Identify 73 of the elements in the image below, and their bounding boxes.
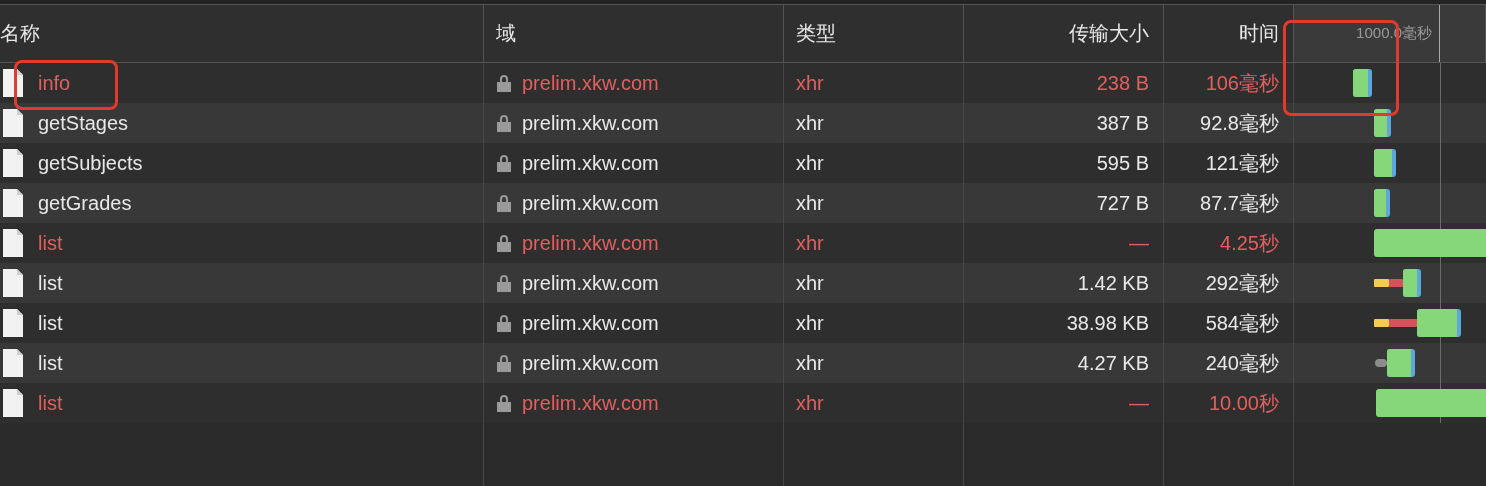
request-name[interactable]: getStages bbox=[38, 111, 129, 135]
file-icon bbox=[2, 268, 24, 298]
type-text: xhr bbox=[796, 151, 824, 175]
file-icon bbox=[2, 228, 24, 258]
size-text: — bbox=[1129, 391, 1149, 415]
column-header[interactable]: 类型 bbox=[796, 20, 836, 47]
time-text: 584毫秒 bbox=[1205, 310, 1279, 336]
column-header[interactable]: 域 bbox=[496, 20, 516, 47]
request-name[interactable]: getSubjects bbox=[38, 151, 143, 175]
request-name[interactable]: getGrades bbox=[38, 191, 132, 215]
column-header[interactable]: 传输大小 bbox=[1069, 20, 1149, 47]
request-name[interactable]: info bbox=[38, 71, 71, 95]
lock-icon bbox=[496, 313, 512, 333]
lock-icon bbox=[496, 233, 512, 253]
time-text: 121毫秒 bbox=[1205, 150, 1279, 176]
time-text: 292毫秒 bbox=[1205, 270, 1279, 296]
domain-text: prelim.xkw.com bbox=[522, 351, 659, 375]
time-text: 10.00秒 bbox=[1208, 390, 1279, 416]
type-text: xhr bbox=[796, 311, 824, 335]
domain-text: prelim.xkw.com bbox=[522, 391, 659, 415]
size-text: 595 B bbox=[1096, 151, 1149, 175]
request-name[interactable]: list bbox=[38, 271, 63, 295]
waterfall-bar bbox=[1374, 189, 1390, 217]
time-text: 4.25秒 bbox=[1220, 230, 1279, 256]
size-text: — bbox=[1129, 231, 1149, 255]
file-icon bbox=[2, 388, 24, 418]
type-text: xhr bbox=[796, 271, 824, 295]
domain-text: prelim.xkw.com bbox=[522, 271, 659, 295]
lock-icon bbox=[496, 273, 512, 293]
column-header[interactable]: 时间 bbox=[1239, 20, 1279, 47]
lock-icon bbox=[496, 393, 512, 413]
type-text: xhr bbox=[796, 191, 824, 215]
size-text: 238 B bbox=[1096, 71, 1149, 95]
size-text: 387 B bbox=[1096, 111, 1149, 135]
lock-icon bbox=[496, 193, 512, 213]
size-text: 1.42 KB bbox=[1077, 271, 1149, 295]
column-header[interactable]: 名称 bbox=[0, 20, 40, 47]
file-icon bbox=[2, 308, 24, 338]
domain-text: prelim.xkw.com bbox=[522, 231, 659, 255]
type-text: xhr bbox=[796, 391, 824, 415]
request-name[interactable]: list bbox=[38, 351, 63, 375]
size-text: 4.27 KB bbox=[1077, 351, 1149, 375]
request-name[interactable]: list bbox=[38, 391, 63, 415]
time-text: 106毫秒 bbox=[1205, 70, 1279, 96]
size-text: 38.98 KB bbox=[1066, 311, 1149, 335]
file-icon bbox=[2, 108, 24, 138]
domain-text: prelim.xkw.com bbox=[522, 311, 659, 335]
file-icon bbox=[2, 148, 24, 178]
request-name[interactable]: list bbox=[38, 311, 63, 335]
domain-text: prelim.xkw.com bbox=[522, 151, 659, 175]
type-text: xhr bbox=[796, 111, 824, 135]
lock-icon bbox=[496, 113, 512, 133]
request-name[interactable]: list bbox=[38, 231, 63, 255]
domain-text: prelim.xkw.com bbox=[522, 71, 659, 95]
domain-text: prelim.xkw.com bbox=[522, 111, 659, 135]
lock-icon bbox=[496, 353, 512, 373]
file-icon bbox=[2, 348, 24, 378]
lock-icon bbox=[496, 73, 512, 93]
waterfall-bar bbox=[1375, 349, 1415, 377]
time-text: 92.8毫秒 bbox=[1200, 110, 1279, 136]
waterfall-bar bbox=[1374, 269, 1421, 297]
type-text: xhr bbox=[796, 231, 824, 255]
time-text: 87.7毫秒 bbox=[1200, 190, 1279, 216]
type-text: xhr bbox=[796, 351, 824, 375]
domain-text: prelim.xkw.com bbox=[522, 191, 659, 215]
lock-icon bbox=[496, 153, 512, 173]
waterfall-bar bbox=[1353, 69, 1372, 97]
file-icon bbox=[2, 68, 24, 98]
waterfall-bar bbox=[1374, 149, 1396, 177]
size-text: 727 B bbox=[1096, 191, 1149, 215]
type-text: xhr bbox=[796, 71, 824, 95]
time-text: 240毫秒 bbox=[1205, 350, 1279, 376]
file-icon bbox=[2, 188, 24, 218]
